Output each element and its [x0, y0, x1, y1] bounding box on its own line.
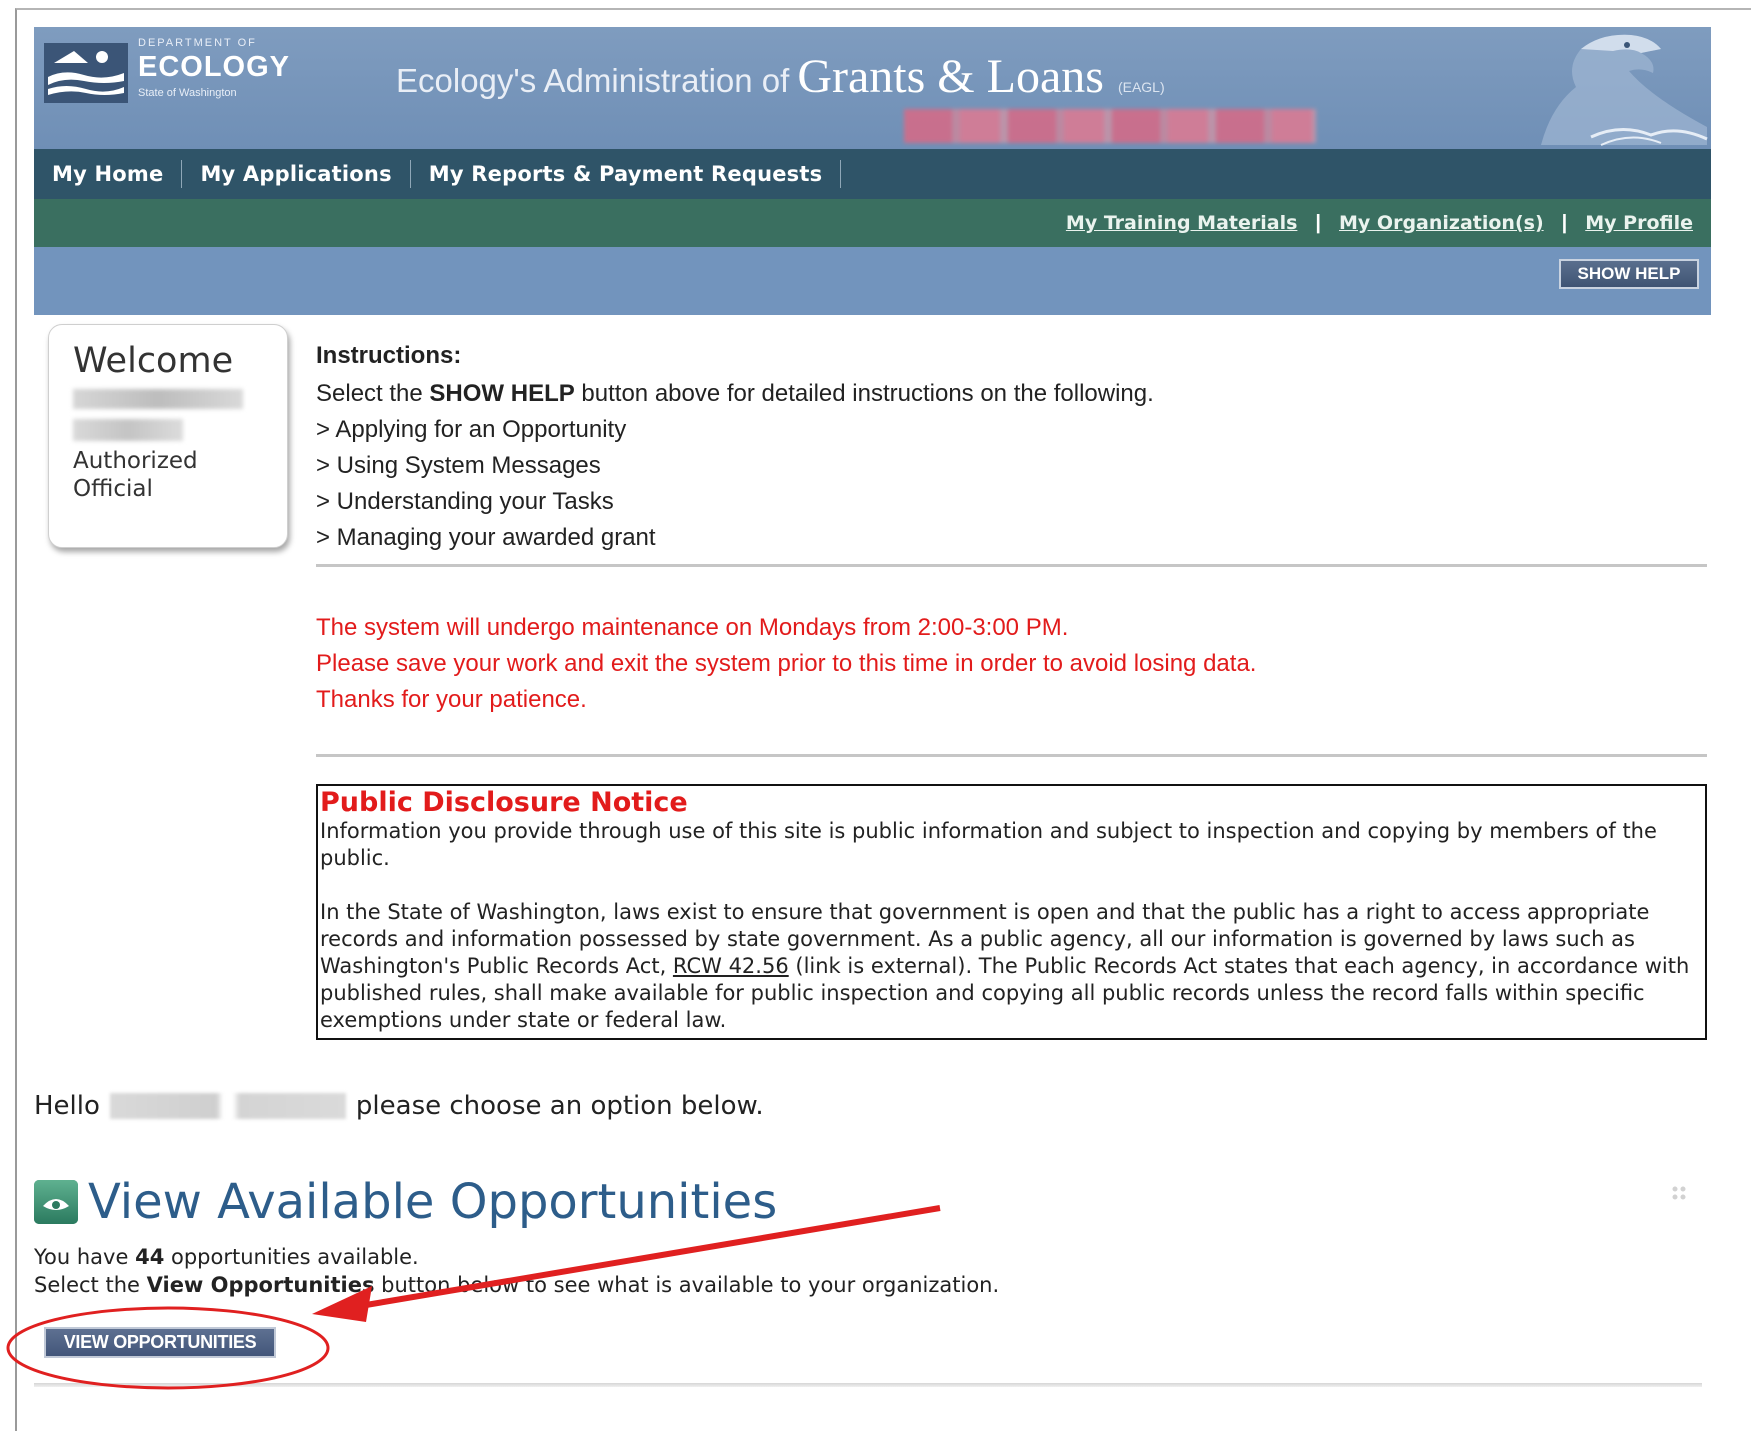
select-bold: View Opportunities — [146, 1273, 375, 1297]
opportunities-header: View Available Opportunities — [34, 1174, 777, 1230]
hello-pre: Hello — [34, 1091, 100, 1121]
count-pre: You have — [34, 1245, 136, 1269]
user-role-line1: Authorized — [73, 448, 198, 474]
main-nav: My Home My Applications My Reports & Pay… — [34, 149, 1711, 199]
nav-separator: | — [1315, 211, 1322, 234]
opportunities-count: 44 — [135, 1245, 165, 1269]
instructions-item: > Understanding your Tasks — [316, 488, 614, 515]
ecology-logo-icon — [44, 43, 128, 103]
user-role: Authorized Official — [73, 447, 263, 503]
help-band: SHOW HELP — [34, 247, 1711, 315]
instructions-intro: Select the SHOW HELP button above for de… — [316, 376, 1706, 412]
site-title-prefix: Ecology's Administration of — [396, 62, 790, 99]
nav-training-materials[interactable]: My Training Materials — [1066, 212, 1298, 234]
logo-state-label: State of Washington — [138, 87, 237, 99]
opportunities-description: You have 44 opportunities available. Sel… — [34, 1243, 999, 1299]
divider — [316, 564, 1707, 567]
nav-my-organizations[interactable]: My Organization(s) — [1339, 212, 1544, 234]
sub-nav: My Training Materials | My Organization(… — [34, 199, 1711, 247]
notice-paragraph-1: Information you provide through use of t… — [320, 819, 1657, 870]
redacted-user-name — [73, 389, 243, 409]
count-post: opportunities available. — [164, 1245, 419, 1269]
redacted-user-detail — [73, 419, 183, 441]
divider — [316, 754, 1707, 757]
opportunities-heading: View Available Opportunities — [88, 1174, 778, 1230]
redacted-user-name — [109, 1093, 346, 1119]
welcome-title: Welcome — [73, 341, 234, 381]
instructions-heading: Instructions: — [316, 342, 462, 369]
instructions-section: Instructions: Select the SHOW HELP butto… — [316, 342, 1706, 556]
notice-title: Public Disclosure Notice — [320, 787, 688, 818]
redacted-org-name — [904, 109, 1316, 143]
logo-dept-label: DEPARTMENT OF — [138, 37, 257, 49]
rcw-link[interactable]: RCW 42.56 — [673, 954, 789, 978]
maintenance-line: The system will undergo maintenance on M… — [316, 614, 1069, 641]
opportunities-count-line: You have 44 opportunities available. — [34, 1243, 999, 1271]
select-post: button below to see what is available to… — [374, 1273, 1000, 1297]
site-title-main: Grants & Loans — [797, 50, 1104, 103]
site-banner: DEPARTMENT OF ECOLOGY State of Washingto… — [34, 27, 1711, 149]
nav-my-reports[interactable]: My Reports & Payment Requests — [411, 160, 842, 188]
instructions-intro-bold: SHOW HELP — [429, 380, 575, 407]
welcome-card: Welcome Authorized Official — [48, 324, 288, 548]
site-title-abbr: (EAGL) — [1117, 79, 1165, 95]
maintenance-line: Thanks for your patience. — [316, 686, 587, 713]
nav-separator: | — [1561, 211, 1568, 234]
notice-paragraph-2: In the State of Washington, laws exist t… — [320, 899, 1703, 1034]
instructions-item: > Managing your awarded grant — [316, 524, 656, 551]
ecology-logo[interactable]: DEPARTMENT OF ECOLOGY State of Washingto… — [44, 37, 289, 107]
view-opportunities-button[interactable]: VIEW OPPORTUNITIES — [44, 1327, 276, 1358]
instructions-intro-pre: Select the — [316, 380, 430, 407]
nav-my-applications[interactable]: My Applications — [182, 160, 411, 188]
drag-handle-icon[interactable] — [1670, 1184, 1692, 1206]
site-title: Ecology's Administration of Grants & Loan… — [396, 49, 1165, 104]
nav-my-home[interactable]: My Home — [34, 160, 183, 188]
nav-my-profile[interactable]: My Profile — [1585, 212, 1693, 234]
maintenance-notice: The system will undergo maintenance on M… — [316, 610, 1706, 718]
hello-line: Hello please choose an option below. — [34, 1091, 764, 1121]
divider — [34, 1383, 1702, 1387]
instructions-item: > Using System Messages — [316, 452, 601, 479]
hello-post: please choose an option below. — [355, 1091, 764, 1121]
instructions-item: > Applying for an Opportunity — [316, 416, 627, 443]
show-help-button[interactable]: SHOW HELP — [1559, 259, 1699, 289]
logo-name-label: ECOLOGY — [138, 51, 291, 83]
public-disclosure-notice: Public Disclosure Notice Information you… — [316, 784, 1707, 1040]
opportunities-select-line: Select the View Opportunities button bel… — [34, 1271, 999, 1299]
user-role-line2: Official — [73, 476, 153, 502]
instructions-intro-post: button above for detailed instructions o… — [574, 380, 1154, 407]
select-pre: Select the — [34, 1273, 147, 1297]
opportunity-icon-glyph — [34, 1180, 78, 1224]
maintenance-line: Please save your work and exit the syste… — [316, 650, 1257, 677]
eagle-icon — [1541, 34, 1708, 146]
opportunity-icon[interactable] — [34, 1180, 78, 1224]
